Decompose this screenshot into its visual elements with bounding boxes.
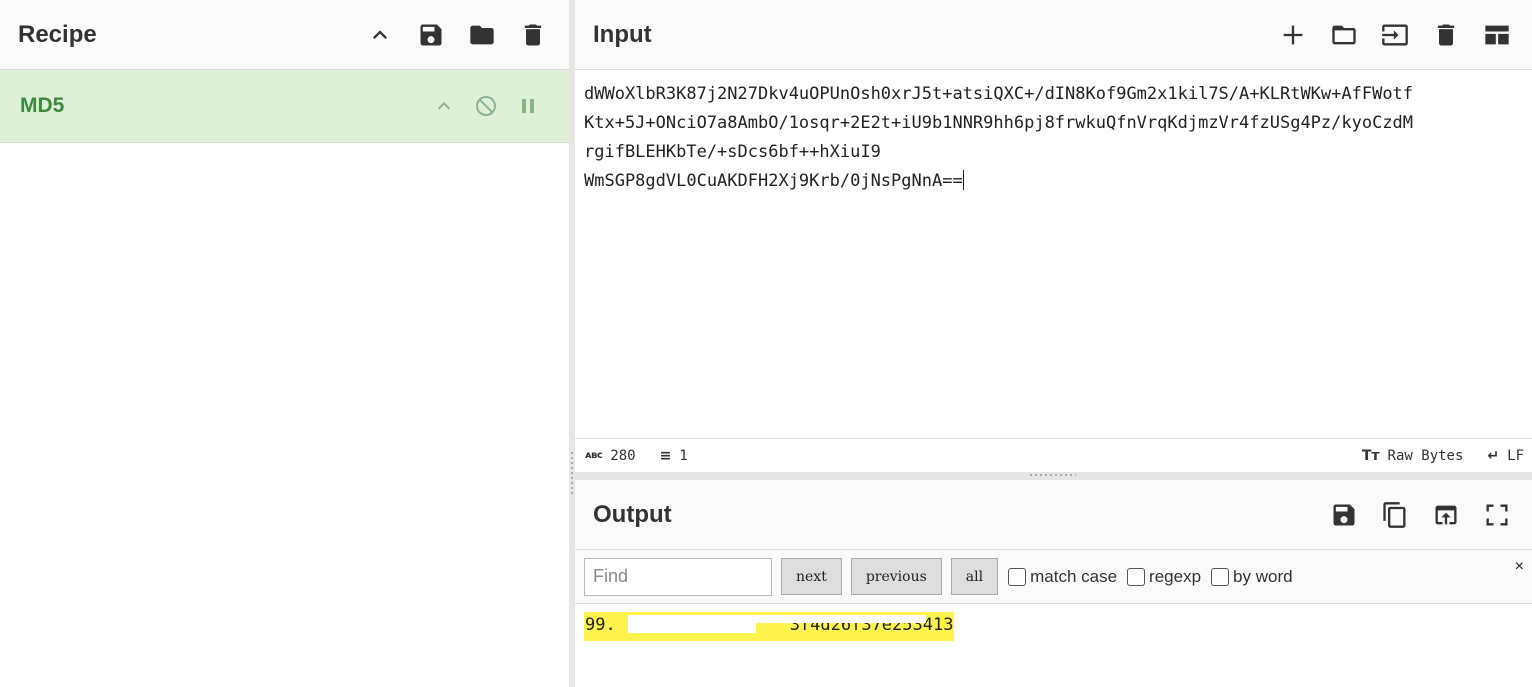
close-find-button[interactable]: × — [1515, 558, 1524, 576]
checkbox-box[interactable] — [1211, 567, 1230, 586]
trash-icon — [1437, 24, 1454, 45]
find-previous-button[interactable]: previous — [850, 558, 942, 595]
horizontal-resize-handle[interactable] — [575, 472, 1532, 480]
redacted-region — [628, 615, 756, 633]
input-toolbar — [1267, 13, 1522, 57]
input-eol[interactable]: LF — [1507, 448, 1524, 464]
copy-icon — [1382, 501, 1405, 528]
input-icon — [1381, 24, 1408, 45]
reset-layout-button[interactable] — [1471, 13, 1522, 57]
recipe-header: Recipe — [0, 0, 569, 70]
find-all-button[interactable]: all — [950, 558, 999, 595]
match-case-checkbox[interactable]: match case — [1008, 567, 1117, 587]
maximise-output-button[interactable] — [1471, 493, 1522, 537]
plus-icon — [1283, 25, 1302, 44]
trash-icon — [524, 24, 541, 45]
output-title: Output — [593, 500, 672, 528]
regexp-label: regexp — [1149, 566, 1202, 586]
chevron-up-icon — [438, 102, 450, 110]
find-bar: next previous all match case regexp by w… — [575, 550, 1532, 604]
folder-icon — [469, 25, 494, 44]
resize-grip — [1030, 474, 1076, 476]
text-cursor — [962, 170, 964, 190]
checkbox-box[interactable] — [1008, 567, 1027, 586]
save-icon — [1333, 504, 1354, 525]
collapse-operation-button[interactable] — [423, 86, 465, 126]
disable-operation-button[interactable] — [465, 86, 507, 126]
eol-icon[interactable]: ↵ — [1487, 448, 1499, 464]
save-output-button[interactable] — [1318, 493, 1369, 537]
input-line-count: 1 — [679, 447, 688, 464]
output-header: Output — [575, 480, 1532, 550]
pause-operation-button[interactable] — [507, 86, 549, 126]
redacted-region — [904, 137, 1381, 163]
input-textarea[interactable]: dWWoXlbR3K87j2N27Dkv4uOPUnOsh0xrJ5t+atsi… — [575, 70, 1532, 438]
chevron-up-icon — [372, 29, 387, 39]
input-line: WmSGP8gdVL0CuAKDFH2Xj9Krb/0jNsPgNnA== — [584, 171, 963, 191]
recipe-title: Recipe — [18, 20, 97, 48]
input-encoding[interactable]: Raw Bytes — [1388, 448, 1464, 464]
find-input[interactable] — [584, 557, 772, 596]
pause-icon — [522, 99, 534, 113]
clear-recipe-button[interactable] — [507, 13, 558, 57]
input-line: Ktx+5J+ONciO7a8AmbO/1osqr+2E2t+iU9b1NNR9… — [584, 113, 1414, 133]
text-encoding-icon[interactable]: Tт — [1362, 448, 1380, 464]
open-in-icon — [1435, 505, 1456, 524]
clear-input-button[interactable] — [1420, 13, 1471, 57]
redacted-region — [756, 615, 926, 623]
operation-name: MD5 — [20, 94, 65, 117]
output-value-highlighted: 99. 3f4d26f37e253413 — [584, 612, 954, 641]
by-word-label: by word — [1233, 566, 1293, 586]
recipe-operation-md5[interactable]: MD5 — [0, 70, 569, 143]
input-status-bar: ᴀʙᴄ 280 ≡ 1 Tт Raw Bytes ↵ LF — [575, 438, 1532, 472]
checkbox-box[interactable] — [1127, 567, 1146, 586]
disable-icon — [476, 96, 496, 116]
replace-input-button[interactable] — [1420, 493, 1471, 537]
output-textarea[interactable]: 99. 3f4d26f37e253413 — [575, 604, 1532, 649]
lines-icon: ≡ — [659, 447, 672, 464]
copy-output-button[interactable] — [1369, 493, 1420, 537]
status-right: Tт Raw Bytes ↵ LF — [1362, 448, 1524, 464]
folder-outline-icon — [1331, 25, 1356, 44]
layout-icon — [1484, 25, 1509, 44]
add-tab-button[interactable] — [1267, 13, 1318, 57]
open-folder-button[interactable] — [1318, 13, 1369, 57]
abc-icon: ᴀʙᴄ — [585, 450, 603, 461]
input-line-last: WmSGP8gdVL0CuAKDFH2Xj9Krb/0jNsPgNnA== — [584, 167, 1523, 196]
recipe-pane: Recipe MD5 — [0, 0, 569, 687]
open-file-button[interactable] — [1369, 13, 1420, 57]
resize-grip — [571, 452, 573, 496]
load-recipe-button[interactable] — [456, 13, 507, 57]
by-word-checkbox[interactable]: by word — [1211, 567, 1293, 587]
match-case-label: match case — [1030, 566, 1118, 586]
output-toolbar — [1318, 493, 1522, 537]
find-next-button[interactable]: next — [781, 558, 842, 595]
input-title: Input — [593, 20, 652, 48]
recipe-toolbar — [354, 13, 558, 57]
status-left: ᴀʙᴄ 280 ≡ 1 — [585, 448, 688, 464]
input-line: dWWoXlbR3K87j2N27Dkv4uOPUnOsh0xrJ5t+atsi… — [584, 84, 1414, 104]
collapse-all-button[interactable] — [354, 13, 405, 57]
fullscreen-icon — [1486, 504, 1507, 525]
save-icon — [420, 24, 441, 45]
operation-controls — [423, 86, 549, 126]
io-pane: Input dWWoXlbR3K87j2N27Dkv4uOPUnOsh0xrJ5… — [575, 0, 1532, 687]
regexp-checkbox[interactable]: regexp — [1127, 567, 1201, 587]
input-length: 280 — [610, 447, 636, 464]
input-header: Input — [575, 0, 1532, 70]
save-recipe-button[interactable] — [405, 13, 456, 57]
